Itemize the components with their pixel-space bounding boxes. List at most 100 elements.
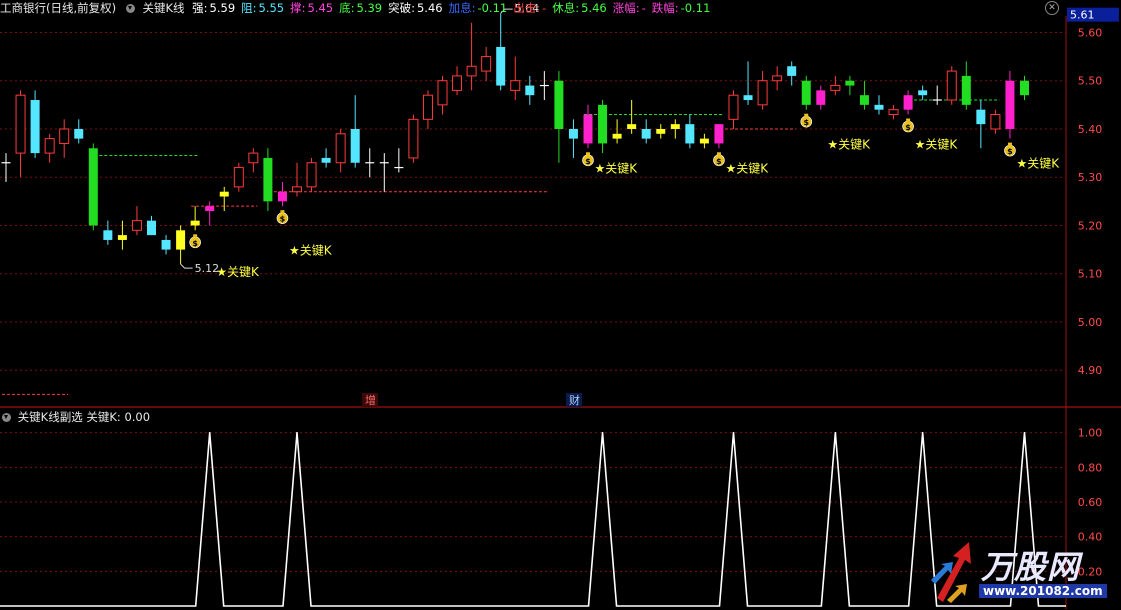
key-k-label: ★关键K (289, 243, 333, 257)
candle (88, 143, 98, 231)
candle (641, 119, 651, 144)
candle (598, 100, 608, 154)
candle (233, 162, 244, 192)
money-bag-neck (1007, 142, 1012, 146)
candle (408, 114, 419, 163)
candle-body (30, 100, 40, 154)
main-y-tick: 5.00 (1078, 316, 1103, 329)
key-k-peak-point (1023, 431, 1026, 434)
candle (379, 153, 389, 192)
candle-body (612, 133, 622, 139)
candle-body (233, 167, 244, 188)
money-bag-icon: $ (713, 152, 725, 167)
candle (845, 75, 855, 96)
candle (714, 124, 724, 149)
candle-body (772, 75, 783, 82)
candle (554, 71, 564, 163)
candle (394, 148, 404, 173)
candle-body (961, 75, 971, 105)
candle (612, 119, 622, 144)
header-label-8: 涨幅: (612, 1, 640, 15)
candle-body (787, 66, 797, 76)
candle (888, 104, 899, 120)
candle-body (510, 80, 521, 91)
candle-body (1020, 80, 1029, 96)
candle (263, 148, 273, 211)
candle (496, 13, 506, 91)
main-y-tick: 5.50 (1078, 75, 1103, 88)
indicator-name[interactable]: 关键K线 (142, 1, 184, 15)
candle-body (918, 90, 928, 96)
main-chart-header: 工商银行(日线,前复权) 关键K线 强: 5.59 阻: 5.55 撑: 5.45 底: 5.… (0, 0, 1066, 16)
candle-body (15, 94, 26, 154)
candle-body (408, 118, 419, 159)
candle-body (830, 85, 841, 91)
money-bag-symbol: $ (716, 157, 722, 166)
candle (147, 215, 156, 236)
money-bag-symbol: $ (585, 157, 591, 166)
candle-body (903, 95, 913, 110)
header-label-2: 撑: (290, 1, 306, 15)
candle-body (335, 133, 346, 164)
main-y-tick: 4.90 (1078, 364, 1103, 377)
money-bag-neck (280, 210, 285, 214)
money-bag-neck (804, 113, 809, 117)
sub-indicator-value: 0.00 (124, 410, 151, 424)
header-label-9: 跌幅: (651, 1, 679, 15)
sub-indicator-title[interactable]: 关键K线副选 (18, 410, 83, 424)
money-bag-icon: $ (800, 113, 813, 128)
header-value-7: 5.46 (581, 1, 607, 15)
candle-body (598, 104, 608, 144)
candle (568, 119, 578, 158)
key-k-peak-point (921, 431, 924, 434)
sub-y-tick: 0.60 (1078, 496, 1103, 509)
candle-body (728, 94, 739, 120)
dropdown-circle-icon[interactable] (125, 4, 135, 13)
candle-body (757, 80, 768, 106)
candle (306, 157, 317, 192)
current-price-tag: 5.61 (1070, 9, 1095, 22)
candle-body (801, 80, 811, 105)
candle-body (699, 138, 709, 144)
money-bag-neck (193, 234, 198, 238)
candle (728, 90, 739, 129)
candle (452, 66, 463, 96)
candle-body (59, 128, 70, 144)
candle (74, 119, 84, 144)
candle (743, 61, 753, 105)
candle-body (976, 109, 986, 125)
money-bag-icon: $ (902, 118, 914, 133)
candle-body (685, 124, 695, 144)
key-k-label: ★关键K (1017, 157, 1061, 171)
sub-indicator-label: 关键K: (86, 410, 121, 424)
candle (859, 80, 869, 110)
dropdown-circle-icon[interactable] (2, 413, 11, 422)
candle (976, 100, 986, 149)
close-icon[interactable]: ✕ (1045, 1, 1059, 15)
candle-body (568, 128, 578, 139)
candle (190, 206, 200, 231)
candle (830, 75, 841, 96)
candle (481, 46, 492, 81)
arrow-logo-icon (931, 542, 971, 603)
candle (131, 206, 142, 236)
main-y-tick: 5.60 (1078, 26, 1103, 39)
low-marker-arrow (180, 263, 193, 269)
main-y-tick: 5.30 (1078, 171, 1103, 184)
candle (903, 90, 913, 115)
candle-body (466, 65, 477, 77)
key-k-peak-point (732, 431, 735, 434)
candle (801, 75, 811, 110)
candle (816, 85, 826, 110)
candle (44, 133, 55, 163)
candle-body (845, 80, 855, 86)
candle-body (816, 90, 826, 105)
candle (1020, 75, 1029, 101)
header-label-6: 出击: (513, 1, 541, 15)
header-label-0: 强: (192, 1, 208, 15)
indicator-values: 强: 5.59 阻: 5.55 撑: 5.45 底: 5.39 突破: 5.46 加息: -0.11 出… (192, 1, 716, 15)
candle-body (481, 56, 492, 72)
candle (292, 162, 302, 197)
candle-body (147, 220, 156, 236)
candle (59, 119, 70, 158)
